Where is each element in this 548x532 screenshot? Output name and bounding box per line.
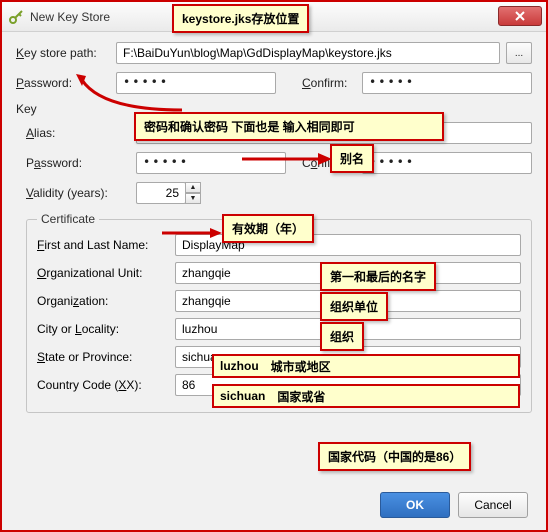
window-title: New Key Store [30, 10, 110, 24]
keystore-path-input[interactable] [116, 42, 500, 64]
spinner-up-icon[interactable]: ▲ [185, 182, 201, 193]
validity-spinner[interactable]: ▲ ▼ [136, 182, 201, 204]
key-password-row: Password: ••••• Confirm: ••••• [26, 152, 532, 174]
annot-org: 组织 [320, 322, 364, 351]
password-row: Password: ••••• Confirm: ••••• [16, 72, 532, 94]
key-password-label: Password: [26, 156, 136, 170]
organization-label: Organization: [37, 294, 175, 308]
alias-label: Alias: [26, 126, 136, 140]
country-label: Country Code (XX): [37, 378, 175, 392]
close-button[interactable] [498, 6, 542, 26]
key-password-input[interactable]: ••••• [136, 152, 286, 174]
annot-orgunit: 组织单位 [320, 292, 388, 321]
state-label: State or Province: [37, 350, 175, 364]
ok-button[interactable]: OK [380, 492, 450, 518]
validity-label: Validity (years): [26, 186, 136, 200]
spinner-down-icon[interactable]: ▼ [185, 193, 201, 204]
firstlast-label: First and Last Name: [37, 238, 175, 252]
orgunit-label: Organizational Unit: [37, 266, 175, 280]
annot-validity: 有效期（年） [222, 214, 314, 243]
confirm-input[interactable]: ••••• [362, 72, 532, 94]
country-input[interactable] [175, 374, 521, 396]
browse-button[interactable]: ... [506, 42, 532, 64]
annot-country: 国家代码（中国的是86） [318, 442, 471, 471]
confirm-label: Confirm: [302, 76, 362, 90]
keystore-path-label: Key store path: [16, 46, 116, 60]
city-label: City or Locality: [37, 322, 175, 336]
keystore-path-row: Key store path: ... [16, 42, 532, 64]
annot-firstlast: 第一和最后的名字 [320, 262, 436, 291]
annot-keystore-loc: keystore.jks存放位置 [172, 4, 309, 33]
validity-input[interactable] [136, 182, 186, 204]
annot-pwd-note: 密码和确认密码 下面也是 输入相同即可 [134, 112, 444, 141]
key-icon [8, 9, 24, 25]
password-label: Password: [16, 76, 116, 90]
cancel-button[interactable]: Cancel [458, 492, 528, 518]
key-confirm-input[interactable]: ••••• [362, 152, 532, 174]
password-input[interactable]: ••••• [116, 72, 276, 94]
validity-row: Validity (years): ▲ ▼ [26, 182, 532, 204]
annot-alias: 别名 [330, 144, 374, 173]
certificate-legend: Certificate [37, 212, 99, 226]
close-icon [515, 11, 525, 21]
